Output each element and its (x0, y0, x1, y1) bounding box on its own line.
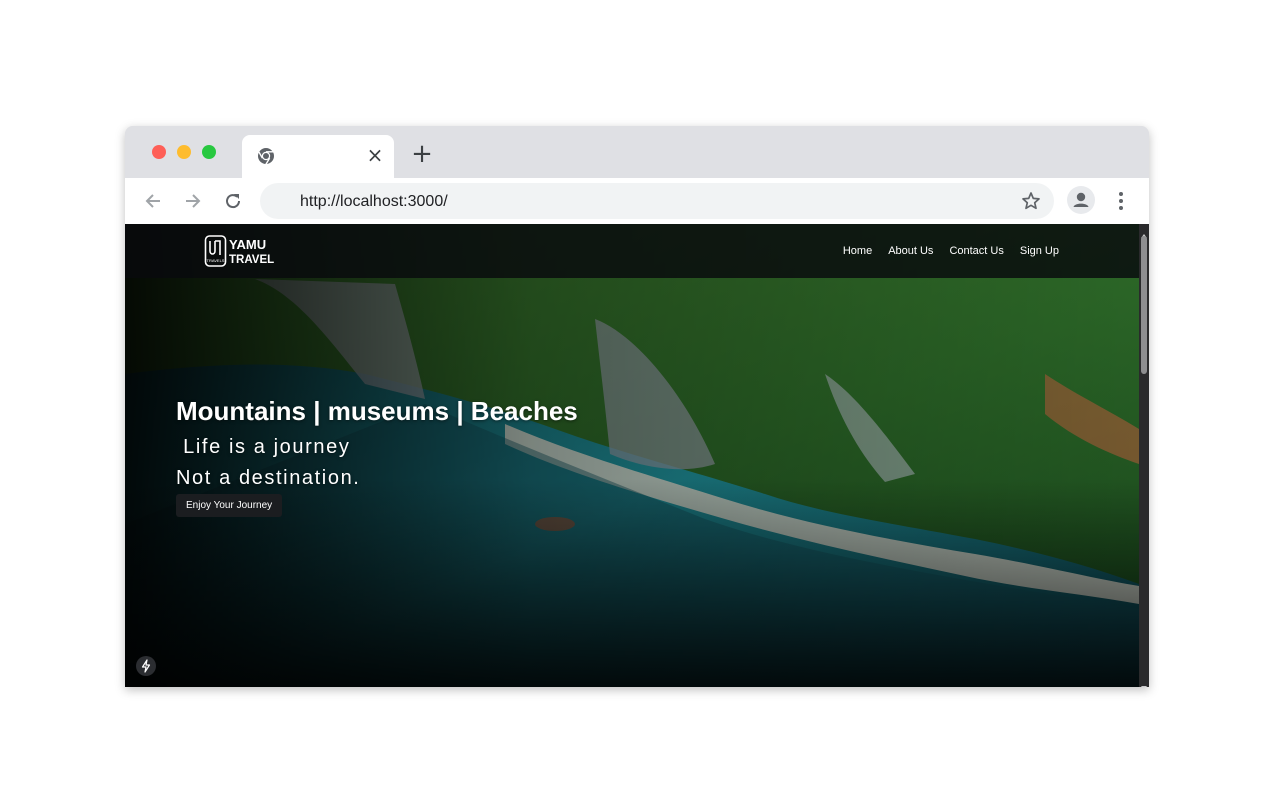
hero-tagline-line-2: Not a destination. (176, 467, 361, 489)
plus-icon[interactable]: + (411, 141, 433, 167)
url-text[interactable]: http://localhost:3000/ (300, 183, 448, 219)
nav-link-contact-us[interactable]: Contact Us (949, 245, 1003, 257)
address-bar[interactable]: http://localhost:3000/ (260, 183, 1054, 219)
site-navbar: TRAVELS YAMU TRAVELS Home About Us Conta… (125, 224, 1139, 278)
logo-text-top: YAMU (229, 237, 266, 252)
page-viewport: TRAVELS YAMU TRAVELS Home About Us Conta… (125, 224, 1149, 687)
star-icon[interactable] (1020, 190, 1042, 212)
yamu-travels-logo[interactable]: TRAVELS YAMU TRAVELS (204, 234, 282, 268)
nav-link-home[interactable]: Home (843, 245, 872, 257)
lightning-bolt-icon[interactable] (136, 656, 156, 676)
reload-icon[interactable] (222, 190, 244, 212)
hero-tagline-line-1: Life is a journey (176, 436, 351, 458)
kebab-menu-icon[interactable] (1112, 190, 1130, 212)
enjoy-your-journey-button[interactable]: Enjoy Your Journey (176, 494, 283, 517)
logo-badge-text: TRAVELS (207, 258, 225, 263)
close-window-button[interactable] (152, 145, 166, 159)
logo-text-bottom: TRAVELS (229, 254, 274, 266)
nav-link-sign-up[interactable]: Sign Up (1020, 245, 1059, 257)
browser-toolbar: http://localhost:3000/ (125, 178, 1149, 224)
minimize-window-button[interactable] (177, 145, 191, 159)
tab-strip: × + (125, 126, 1149, 178)
user-avatar-icon[interactable] (1067, 186, 1095, 214)
hero-headline: Mountains | museums | Beaches (176, 396, 578, 426)
arrow-right-icon[interactable] (182, 190, 204, 212)
scroll-down-arrow-icon[interactable] (1141, 678, 1147, 687)
maximize-window-button[interactable] (202, 145, 216, 159)
browser-window: × + http://localhost:3000/ TRAVELS YAMU … (125, 126, 1149, 687)
arrow-left-icon[interactable] (142, 190, 164, 212)
page-scrollbar[interactable] (1139, 224, 1149, 687)
scrollbar-thumb[interactable] (1141, 236, 1147, 374)
chrome-icon (256, 146, 276, 166)
scroll-up-arrow-icon[interactable] (1141, 226, 1147, 238)
site-nav-links: Home About Us Contact Us Sign Up (843, 224, 1059, 278)
browser-tab[interactable]: × (242, 135, 394, 178)
close-icon[interactable]: × (365, 144, 385, 166)
nav-link-about-us[interactable]: About Us (888, 245, 933, 257)
